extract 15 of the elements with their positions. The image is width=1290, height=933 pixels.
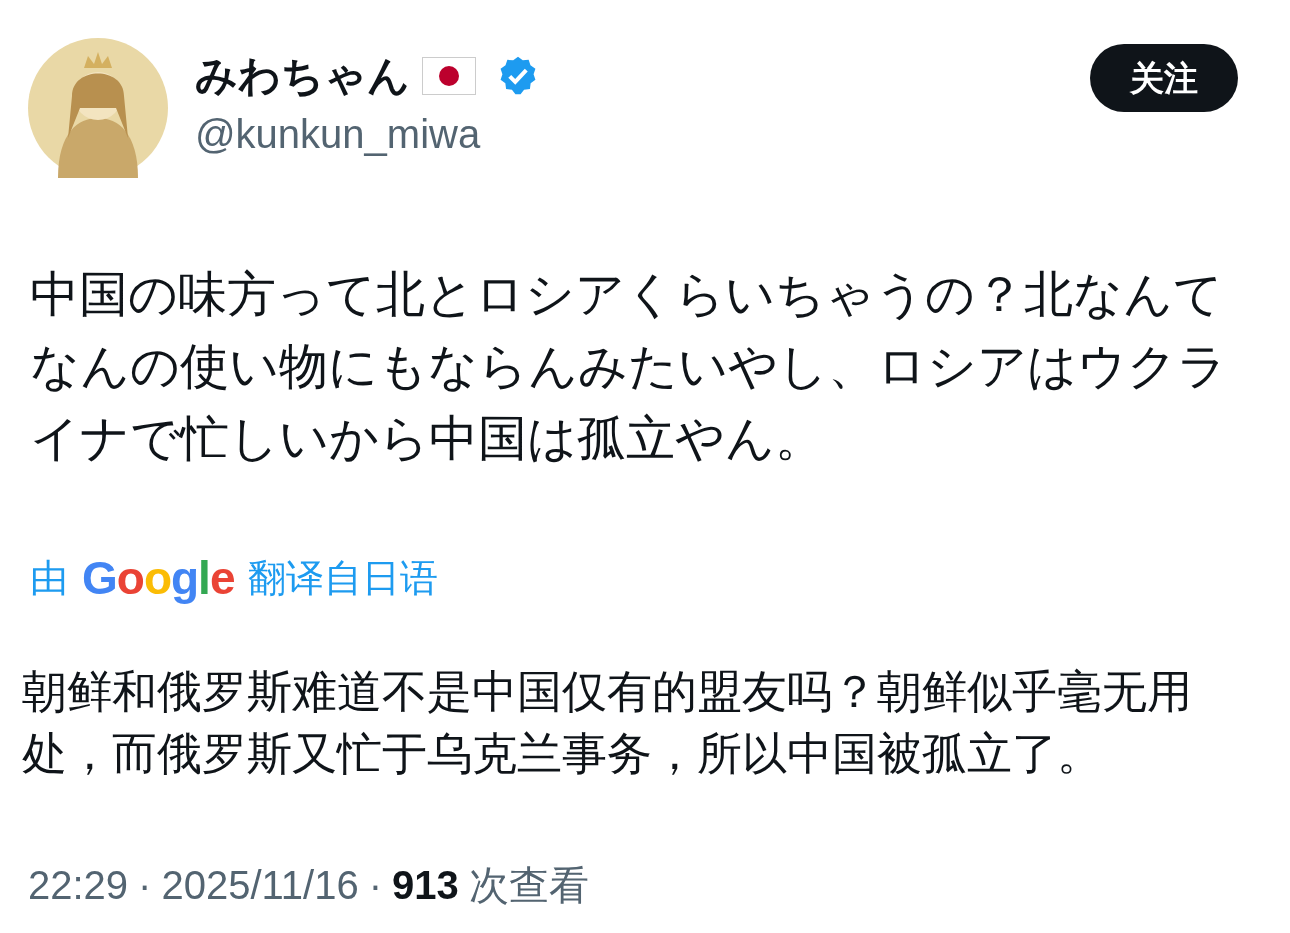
tweet-text: 中国の味方って北とロシアくらいちゃうの？北なんてなんの使い物にもならんみたいやし、ロシアはウクライナで忙しいから中国は孤立やん。 — [30, 266, 1228, 467]
views-label: 次查看 — [468, 862, 589, 909]
display-name: みわちゃん — [195, 51, 410, 101]
post-time: 22:29 — [28, 862, 129, 909]
translated-by-label: 由 — [30, 556, 68, 601]
user-handle: @kunkun_miwa — [195, 111, 482, 158]
translated-text: 朝鲜和俄罗斯难道不是中国仅有的盟友吗？朝鲜似乎毫无用处，而俄罗斯又忙于乌克兰事务，所以中国被孤立了。 — [22, 665, 1193, 781]
follow-button[interactable]: 关注 — [1090, 44, 1238, 112]
google-logo: Google — [82, 551, 235, 606]
separator-dot: · — [368, 862, 382, 909]
translated-from-label: 翻译自日语 — [248, 556, 439, 601]
post-date: 2025/11/16 — [161, 862, 359, 909]
japan-flag-icon — [422, 57, 476, 95]
view-count: 913 — [392, 862, 459, 909]
separator-dot: · — [138, 862, 152, 909]
